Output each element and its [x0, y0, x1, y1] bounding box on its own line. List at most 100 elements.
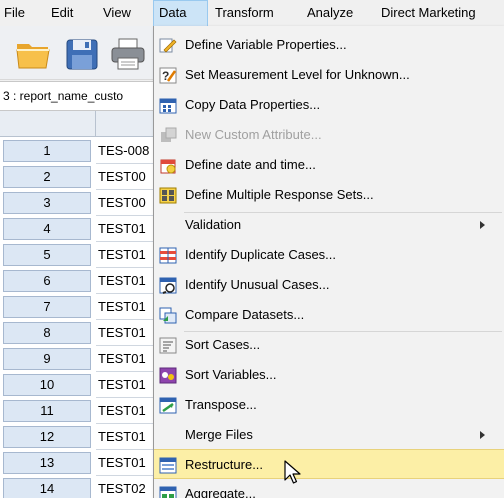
- menu-item-label: Sort Cases...: [185, 337, 261, 352]
- menu-item-label: Sort Variables...: [185, 367, 277, 382]
- data-cell[interactable]: TES-008: [96, 138, 160, 164]
- table-row: 9 TEST01: [0, 346, 160, 372]
- data-cell[interactable]: TEST01: [96, 398, 160, 424]
- submenu-arrow-icon: [480, 221, 485, 229]
- menu-item-label: New Custom Attribute...: [185, 127, 322, 142]
- menu-file[interactable]: File: [4, 0, 25, 26]
- menu-item-label: Define date and time...: [185, 157, 316, 172]
- restructure-icon: [159, 457, 177, 474]
- menu-item-validation[interactable]: Validation: [154, 210, 504, 240]
- table-row: 1 TES-008: [0, 138, 160, 164]
- custom-attribute-icon: [159, 127, 177, 144]
- menu-analyze[interactable]: Analyze: [307, 0, 353, 26]
- menu-item-define-date-time[interactable]: Define date and time...: [154, 150, 504, 180]
- row-number[interactable]: 9: [3, 348, 91, 370]
- menu-item-label: Define Multiple Response Sets...: [185, 187, 374, 202]
- menu-item-merge-files[interactable]: Merge Files: [154, 420, 504, 450]
- menu-item-label: Define Variable Properties...: [185, 37, 347, 52]
- menu-transform[interactable]: Transform: [215, 0, 274, 26]
- multiple-response-icon: [159, 187, 177, 204]
- submenu-arrow-icon: [480, 431, 485, 439]
- menu-item-define-variable-properties[interactable]: Define Variable Properties...: [154, 30, 504, 60]
- cell-reference-text: 3 : report_name_custo: [3, 89, 124, 103]
- data-cell[interactable]: TEST01: [96, 424, 160, 450]
- data-cell[interactable]: TEST01: [96, 320, 160, 346]
- row-number[interactable]: 14: [3, 478, 91, 498]
- menu-item-new-custom-attribute: New Custom Attribute...: [154, 120, 504, 150]
- menu-item-label: Merge Files: [185, 427, 253, 442]
- menu-item-label: Copy Data Properties...: [185, 97, 321, 112]
- row-number[interactable]: 8: [3, 322, 91, 344]
- row-number[interactable]: 2: [3, 166, 91, 188]
- row-number[interactable]: 5: [3, 244, 91, 266]
- row-number[interactable]: 4: [3, 218, 91, 240]
- data-cell[interactable]: TEST01: [96, 242, 160, 268]
- data-cell[interactable]: TEST01: [96, 450, 160, 476]
- menu-data[interactable]: Data: [153, 0, 208, 26]
- row-number[interactable]: 11: [3, 400, 91, 422]
- table-row: 4 TEST01: [0, 216, 160, 242]
- measurement-level-icon: ?: [159, 67, 177, 84]
- menu-item-set-measurement-level[interactable]: ? Set Measurement Level for Unknown...: [154, 60, 504, 90]
- menu-direct-marketing[interactable]: Direct Marketing: [381, 0, 476, 26]
- menu-item-restructure[interactable]: Restructure...: [154, 449, 504, 479]
- table-row: 12 TEST01: [0, 424, 160, 450]
- aggregate-icon: [159, 486, 177, 498]
- table-row: 8 TEST01: [0, 320, 160, 346]
- data-cell[interactable]: TEST02: [96, 476, 160, 498]
- data-cell[interactable]: TEST00: [96, 164, 160, 190]
- toolbar: [0, 26, 160, 80]
- menu-item-label: Transpose...: [185, 397, 257, 412]
- row-number[interactable]: 10: [3, 374, 91, 396]
- row-number[interactable]: 3: [3, 192, 91, 214]
- menu-item-define-multiple-response-sets[interactable]: Define Multiple Response Sets...: [154, 180, 504, 210]
- row-number[interactable]: 7: [3, 296, 91, 318]
- menu-edit[interactable]: Edit: [51, 0, 73, 26]
- row-number[interactable]: 13: [3, 452, 91, 474]
- grid-column-header[interactable]: [96, 111, 160, 137]
- menu-item-aggregate[interactable]: Aggregate...: [154, 479, 504, 498]
- menu-item-label: Aggregate...: [185, 486, 256, 498]
- print-icon[interactable]: [108, 36, 148, 72]
- menu-view[interactable]: View: [103, 0, 131, 26]
- menu-item-label: Compare Datasets...: [185, 307, 305, 322]
- transpose-icon: [159, 397, 177, 414]
- save-icon[interactable]: [62, 36, 102, 72]
- define-variable-properties-icon: [159, 37, 177, 54]
- data-cell[interactable]: TEST01: [96, 268, 160, 294]
- menu-item-sort-cases[interactable]: Sort Cases...: [154, 330, 504, 360]
- menu-item-label: Set Measurement Level for Unknown...: [185, 67, 410, 82]
- data-cell[interactable]: TEST00: [96, 190, 160, 216]
- data-cell[interactable]: TEST01: [96, 346, 160, 372]
- sort-variables-icon: [159, 367, 177, 384]
- menu-item-sort-variables[interactable]: Sort Variables...: [154, 360, 504, 390]
- mouse-cursor-icon: [283, 460, 303, 486]
- menu-item-identify-duplicate-cases[interactable]: Identify Duplicate Cases...: [154, 240, 504, 270]
- menu-item-copy-data-properties[interactable]: Copy Data Properties...: [154, 90, 504, 120]
- row-number[interactable]: 12: [3, 426, 91, 448]
- data-cell[interactable]: TEST01: [96, 216, 160, 242]
- row-number[interactable]: 1: [3, 140, 91, 162]
- menu-bar: File Edit View Data Transform Analyze Di…: [0, 0, 504, 26]
- open-folder-icon[interactable]: [14, 36, 54, 72]
- table-row: 6 TEST01: [0, 268, 160, 294]
- menu-item-compare-datasets[interactable]: Compare Datasets...: [154, 300, 504, 330]
- table-row: 7 TEST01: [0, 294, 160, 320]
- menu-item-identify-unusual-cases[interactable]: Identify Unusual Cases...: [154, 270, 504, 300]
- menu-item-label: Identify Unusual Cases...: [185, 277, 330, 292]
- data-cell[interactable]: TEST01: [96, 294, 160, 320]
- table-row: 10 TEST01: [0, 372, 160, 398]
- menu-item-label: Restructure...: [185, 457, 264, 472]
- table-row: 5 TEST01: [0, 242, 160, 268]
- menu-item-label: Identify Duplicate Cases...: [185, 247, 337, 262]
- data-grid: 1 TES-008 2 TEST00 3 TEST00 4 TEST01 5 T…: [0, 111, 160, 498]
- compare-datasets-icon: [159, 307, 177, 324]
- grid-corner-header: [0, 111, 96, 137]
- cell-reference-bar[interactable]: 3 : report_name_custo: [0, 81, 160, 111]
- duplicate-cases-icon: [159, 247, 177, 264]
- table-row: 14 TEST02: [0, 476, 160, 498]
- menu-item-label: Validation: [185, 217, 242, 232]
- menu-item-transpose[interactable]: Transpose...: [154, 390, 504, 420]
- data-cell[interactable]: TEST01: [96, 372, 160, 398]
- row-number[interactable]: 6: [3, 270, 91, 292]
